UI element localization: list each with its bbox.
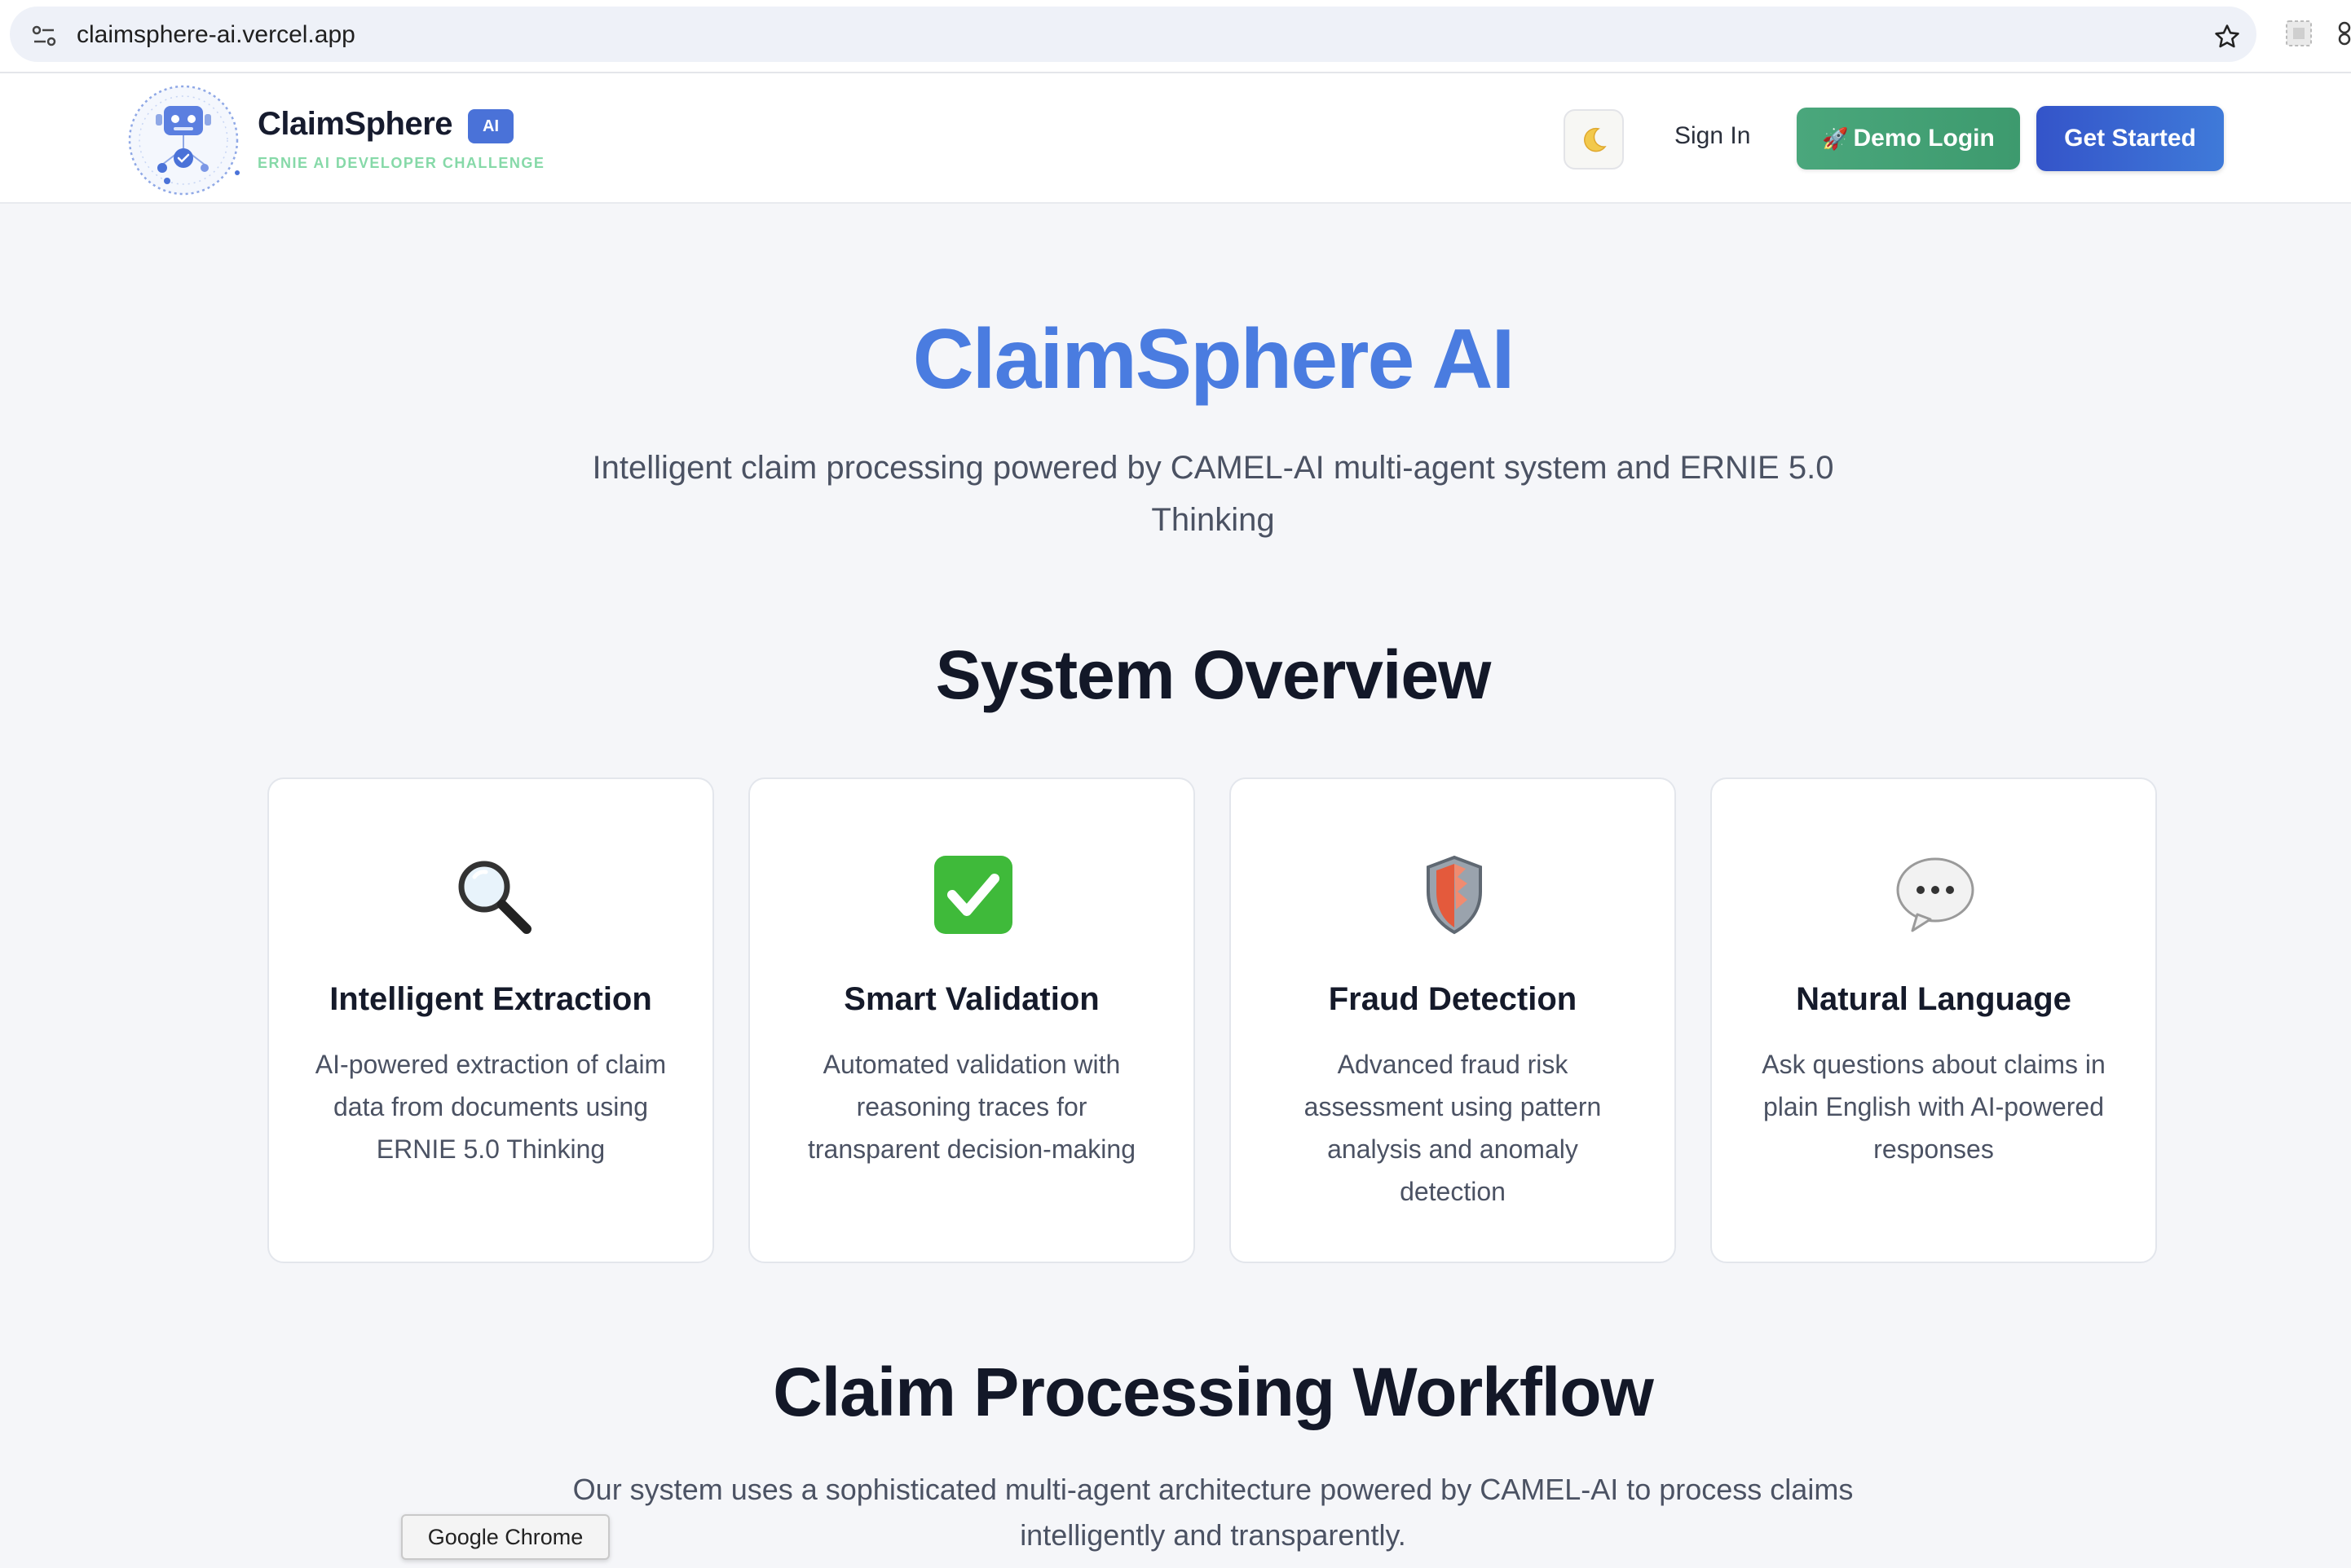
hero-subtitle: Intelligent claim processing powered by …: [592, 450, 1834, 538]
brand-name[interactable]: ClaimSphere: [258, 106, 453, 143]
card-title: Smart Validation: [844, 981, 1100, 1017]
card-description: Automated validation with reasoning trac…: [808, 1050, 1136, 1164]
feature-card-fraud: Fraud Detection Advanced fraud risk asse…: [1229, 777, 1676, 1263]
magnifier-icon: [450, 852, 535, 937]
chrome-tooltip: Google Chrome: [401, 1514, 610, 1560]
card-description: Advanced fraud risk assessment using pat…: [1303, 1050, 1602, 1206]
claimsphere-logo-icon[interactable]: [126, 83, 240, 197]
hero-title: ClaimSphere AI: [912, 312, 1515, 407]
speech-bubble-icon: [1893, 852, 1978, 937]
sign-in-link[interactable]: Sign In: [1674, 122, 1750, 150]
moon-icon: [1584, 127, 1607, 152]
site-info-icon[interactable]: [31, 24, 57, 47]
extension-icon[interactable]: [2285, 20, 2313, 47]
card-title: Intelligent Extraction: [329, 981, 652, 1017]
feature-card-validation: Smart Validation Automated validation wi…: [748, 777, 1195, 1263]
shield-icon: [1412, 852, 1497, 937]
site-header: ClaimSphere AI ERNIE AI DEVELOPER CHALLE…: [0, 73, 2351, 204]
theme-toggle-button[interactable]: [1564, 109, 1624, 170]
demo-login-button[interactable]: 🚀 Demo Login: [1797, 108, 2020, 170]
bookmark-star-icon[interactable]: [2213, 23, 2241, 51]
demo-login-label: Demo Login: [1853, 125, 1995, 152]
extensions-puzzle-icon[interactable]: [2336, 20, 2351, 47]
rocket-icon: 🚀: [1822, 126, 1849, 151]
card-description: AI-powered extraction of claim data from…: [315, 1050, 667, 1164]
card-description: Ask questions about claims in plain Engl…: [1762, 1050, 2106, 1164]
workflow-section-title: Claim Processing Workflow: [773, 1354, 1654, 1430]
card-title: Fraud Detection: [1328, 981, 1577, 1017]
get-started-button[interactable]: Get Started: [2036, 106, 2224, 171]
feature-card-natural-language: Natural Language Ask questions about cla…: [1710, 777, 2157, 1263]
brand-tagline: ERNIE AI DEVELOPER CHALLENGE: [258, 155, 545, 171]
url-omnibox[interactable]: claimsphere-ai.vercel.app: [10, 7, 2256, 62]
browser-address-bar: claimsphere-ai.vercel.app: [0, 0, 2351, 73]
card-title: Natural Language: [1796, 981, 2071, 1017]
overview-section-title: System Overview: [935, 636, 1492, 713]
ai-badge: AI: [468, 109, 514, 143]
url-text[interactable]: claimsphere-ai.vercel.app: [77, 21, 355, 49]
check-mark-icon: [931, 852, 1016, 937]
workflow-description: Our system uses a sophisticated multi-ag…: [572, 1473, 1854, 1552]
feature-card-extraction: Intelligent Extraction AI-powered extrac…: [267, 777, 714, 1263]
